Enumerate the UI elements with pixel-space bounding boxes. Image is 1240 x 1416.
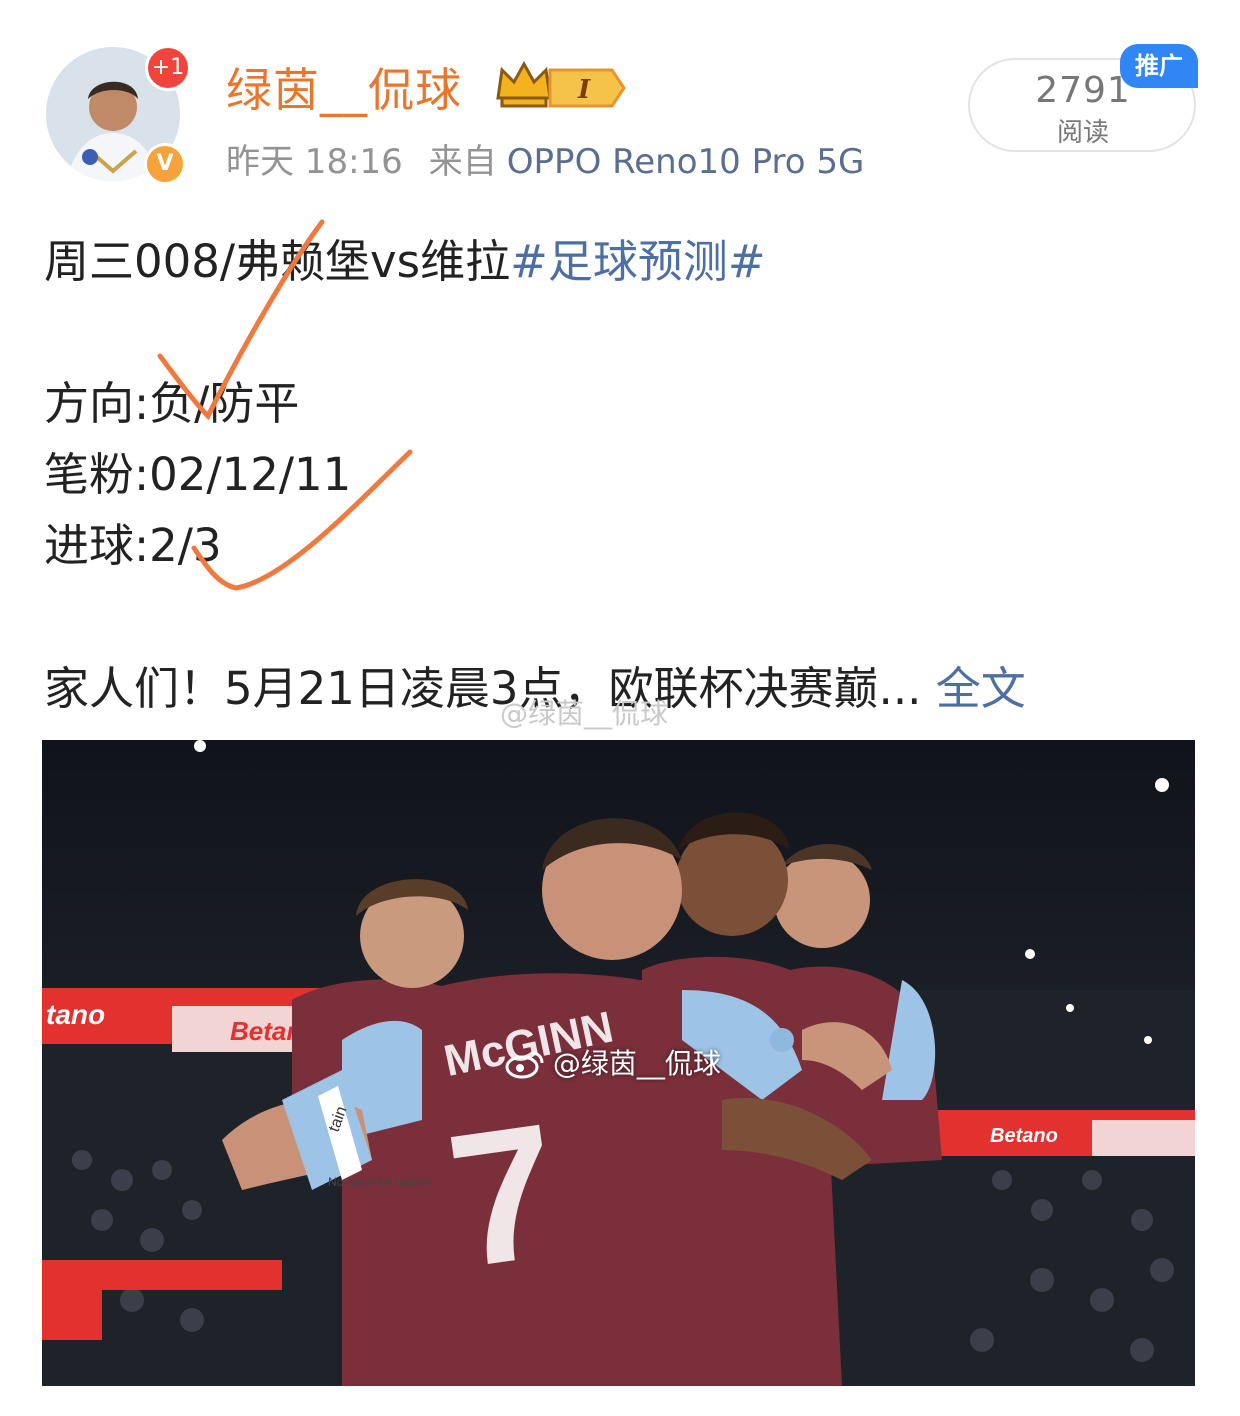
club-crest-icon bbox=[770, 1028, 794, 1052]
new-update-badge: +1 bbox=[145, 45, 191, 91]
verified-icon: V bbox=[144, 143, 186, 185]
match-text: 周三008/弗赖堡vs维拉 bbox=[44, 235, 511, 288]
read-label: 阅读 bbox=[1056, 118, 1109, 148]
post-line-match: 周三008/弗赖堡vs维拉#足球预测# bbox=[44, 225, 766, 290]
member-level-badge[interactable]: I bbox=[494, 58, 628, 114]
source-label: 来自 bbox=[428, 142, 497, 182]
post-line-scores: 笔粉:02/12/11 bbox=[44, 448, 352, 501]
sleeve-patch-text: No room for racism bbox=[328, 1175, 430, 1189]
hashtag-link[interactable]: #足球预测# bbox=[510, 235, 765, 288]
ad-board-right: Betano bbox=[990, 1125, 1058, 1147]
expand-full-text-link[interactable]: 全文 bbox=[936, 662, 1026, 715]
image-watermark: @绿茵__侃球 bbox=[504, 1042, 721, 1082]
crown-icon bbox=[496, 60, 552, 100]
post-line-goals: 进球:2/3 bbox=[44, 519, 222, 572]
post-image[interactable]: tano Betano Betano McGINN 7 tain No room… bbox=[42, 740, 1195, 1386]
image-watermark-text: @绿茵__侃球 bbox=[552, 1047, 721, 1080]
promote-button[interactable]: 推广 bbox=[1120, 44, 1198, 88]
post-time: 昨天 18:16 bbox=[226, 142, 403, 182]
level-label: I bbox=[577, 75, 591, 105]
post-meta: 昨天 18:16 来自 OPPO Reno10 Pro 5G bbox=[226, 134, 864, 183]
post-line-direction: 方向:负/防平 bbox=[44, 377, 300, 430]
author-avatar[interactable]: +1 V bbox=[46, 45, 191, 185]
intro-text: 家人们！5月21日凌晨3点，欧联杯决赛巅... bbox=[44, 662, 922, 715]
weibo-logo-icon bbox=[505, 1051, 544, 1079]
text-watermark: @绿茵__侃球 bbox=[500, 697, 669, 730]
source-device-link[interactable]: OPPO Reno10 Pro 5G bbox=[507, 142, 865, 182]
ad-board-left: tano bbox=[46, 999, 105, 1030]
author-name[interactable]: 绿茵__侃球 bbox=[226, 54, 462, 120]
